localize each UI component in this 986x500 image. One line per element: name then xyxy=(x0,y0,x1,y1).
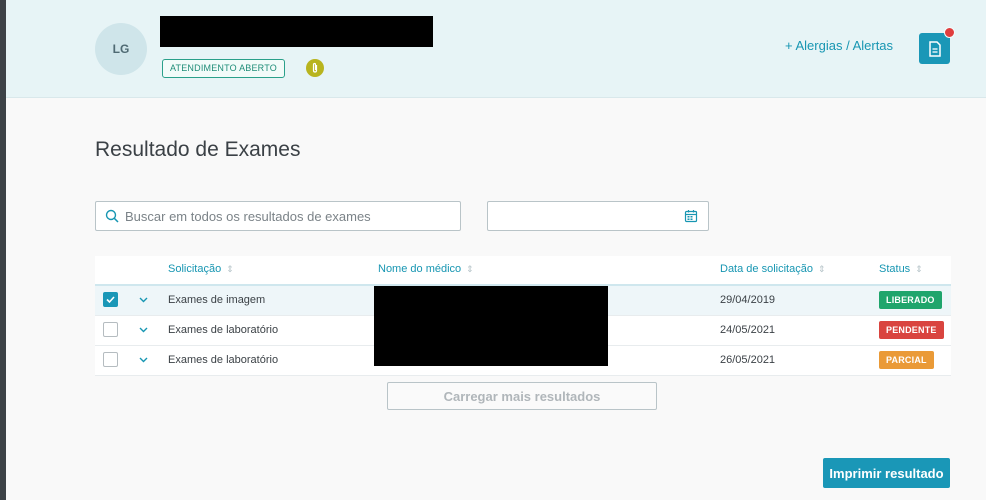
avatar: LG xyxy=(95,23,147,75)
column-header-medico[interactable]: Nome do médico ⇕ xyxy=(378,263,474,275)
row-checkbox[interactable] xyxy=(103,322,118,337)
column-label: Solicitação xyxy=(168,263,222,275)
chevron-down-icon[interactable] xyxy=(138,324,149,335)
redacted-doctor-names xyxy=(374,286,608,366)
column-label: Status xyxy=(879,263,911,275)
load-more-button[interactable]: Carregar mais resultados xyxy=(387,382,657,410)
status-badge-parcial: PARCIAL xyxy=(879,351,934,369)
main-frame: LG ATENDIMENTO ABERTO + Alergias / Alert… xyxy=(6,0,986,500)
notification-dot xyxy=(944,27,955,38)
column-label: Nome do médico xyxy=(378,263,462,275)
row-date: 29/04/2019 xyxy=(720,294,776,306)
chevron-down-icon[interactable] xyxy=(138,354,149,365)
status-badge: ATENDIMENTO ABERTO xyxy=(162,59,285,78)
document-button[interactable] xyxy=(919,33,950,64)
sort-icon[interactable]: ⇕ xyxy=(466,264,474,274)
attachment-icon[interactable] xyxy=(306,59,324,77)
row-solicitacao: Exames de laboratório xyxy=(168,324,279,336)
sort-icon[interactable]: ⇕ xyxy=(915,264,923,274)
status-badge-liberado: LIBERADO xyxy=(879,291,942,309)
page-title: Resultado de Exames xyxy=(95,138,301,161)
chevron-down-icon[interactable] xyxy=(138,294,149,305)
column-header-solicitacao[interactable]: Solicitação ⇕ xyxy=(168,263,234,275)
print-result-button[interactable]: Imprimir resultado xyxy=(823,458,950,488)
table-header: Solicitação ⇕ Nome do médico ⇕ Data de sol… xyxy=(95,256,951,286)
checkmark-icon xyxy=(106,296,115,304)
sort-icon[interactable]: ⇕ xyxy=(818,264,826,274)
search-input[interactable] xyxy=(119,208,460,224)
column-label: Data de solicitação xyxy=(720,263,813,275)
paperclip-icon xyxy=(312,62,318,73)
date-field[interactable] xyxy=(487,201,709,231)
row-checkbox[interactable] xyxy=(103,352,118,367)
search-icon xyxy=(105,209,119,223)
document-icon xyxy=(928,40,941,57)
allergies-alerts-link[interactable]: + Alergias / Alertas xyxy=(785,38,893,53)
sort-icon[interactable]: ⇕ xyxy=(226,264,234,274)
row-date: 24/05/2021 xyxy=(720,324,776,336)
row-solicitacao: Exames de imagem xyxy=(168,294,266,306)
redacted-patient-name xyxy=(160,16,433,47)
row-date: 26/05/2021 xyxy=(720,354,776,366)
row-checkbox[interactable] xyxy=(103,292,118,307)
row-solicitacao: Exames de laboratório xyxy=(168,354,279,366)
calendar-icon[interactable] xyxy=(684,209,698,223)
column-header-status[interactable]: Status ⇕ xyxy=(879,263,923,275)
patient-header: LG ATENDIMENTO ABERTO + Alergias / Alert… xyxy=(6,0,986,98)
status-badge-pendente: PENDENTE xyxy=(879,321,944,339)
column-header-data[interactable]: Data de solicitação ⇕ xyxy=(720,263,826,275)
search-field[interactable] xyxy=(95,201,461,231)
